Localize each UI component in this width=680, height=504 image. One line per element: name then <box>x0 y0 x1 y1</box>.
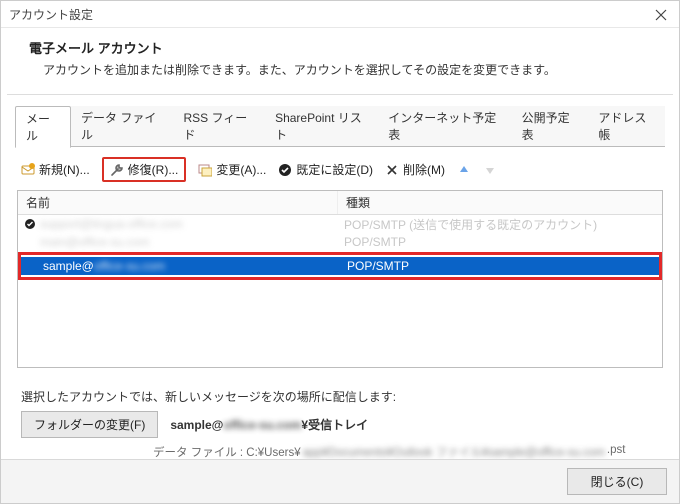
tab-sharepoint[interactable]: SharePoint リスト <box>265 106 378 147</box>
tab-bar: メール データ ファイル RSS フィード SharePoint リスト インタ… <box>11 105 669 147</box>
delete-button[interactable]: 削除(M) <box>385 161 445 178</box>
close-button[interactable]: 閉じる(C) <box>567 468 667 495</box>
tab-internet-cal[interactable]: インターネット予定表 <box>378 106 511 147</box>
tab-mail[interactable]: メール <box>15 106 71 148</box>
list-item[interactable]: support@lingua-office.com POP/SMTP (送信で使… <box>18 215 662 233</box>
delivery-section: 選択したアカウントでは、新しいメッセージを次の場所に配信します: フォルダーの変… <box>11 380 669 466</box>
tab-rss[interactable]: RSS フィード <box>174 106 266 147</box>
column-name[interactable]: 名前 <box>18 191 338 214</box>
change-button[interactable]: 変更(A)... <box>198 161 266 178</box>
default-label: 既定に設定(D) <box>296 161 373 178</box>
divider <box>7 94 673 95</box>
delete-icon <box>385 163 399 177</box>
wrench-icon <box>110 163 124 177</box>
list-item[interactable]: main@office-su.com POP/SMTP <box>18 233 662 251</box>
repair-label: 修復(R)... <box>128 161 179 178</box>
tab-public-cal[interactable]: 公開予定表 <box>512 106 589 147</box>
delivery-intro: 選択したアカウントでは、新しいメッセージを次の場所に配信します: <box>21 388 659 405</box>
titlebar: アカウント設定 <box>1 1 679 28</box>
repair-button[interactable]: 修復(R)... <box>102 157 187 182</box>
account-name: support@lingua-office.com <box>40 217 183 231</box>
account-type: POP/SMTP <box>341 259 659 273</box>
list-body: support@lingua-office.com POP/SMTP (送信で使… <box>18 215 662 367</box>
check-icon <box>278 163 292 177</box>
move-up-icon[interactable] <box>457 163 471 177</box>
change-label: 変更(A)... <box>216 161 266 178</box>
toolbar: 新規(N)... 修復(R)... 変更(A)... 既定に設定(D) 削除(M <box>11 153 669 190</box>
account-type: POP/SMTP <box>338 235 662 249</box>
default-badge-icon <box>24 218 36 230</box>
datafile-path: データ ファイル : C:¥Users¥app¥Documents¥Outloo… <box>21 438 659 460</box>
window-title: アカウント設定 <box>9 6 93 23</box>
list-header: 名前 種類 <box>18 191 662 215</box>
account-name: sample@sample@office-su.comoffice-su.com <box>27 259 165 273</box>
account-type: POP/SMTP (送信で使用する既定のアカウント) <box>338 216 662 233</box>
new-button[interactable]: 新規(N)... <box>21 161 90 178</box>
delivery-location: sample@office-su.com¥受信トレイ <box>170 416 368 433</box>
set-default-button[interactable]: 既定に設定(D) <box>278 161 373 178</box>
change-folder-button[interactable]: フォルダーの変更(F) <box>21 411 158 438</box>
tab-datafiles[interactable]: データ ファイル <box>71 106 173 147</box>
tab-addressbook[interactable]: アドレス帳 <box>588 106 665 147</box>
dialog-footer: 閉じる(C) <box>1 459 679 503</box>
header-title: 電子メール アカウント <box>29 38 659 57</box>
close-icon[interactable] <box>653 7 669 23</box>
move-down-icon[interactable] <box>483 163 497 177</box>
new-icon <box>21 163 35 177</box>
header-description: アカウントを追加または削除できます。また、アカウントを選択してその設定を変更でき… <box>29 61 659 78</box>
list-item-selected[interactable]: sample@sample@office-su.comoffice-su.com… <box>21 257 659 275</box>
change-icon <box>198 163 212 177</box>
new-label: 新規(N)... <box>39 161 90 178</box>
dialog-header: 電子メール アカウント アカウントを追加または削除できます。また、アカウントを選… <box>1 28 679 94</box>
column-type[interactable]: 種類 <box>338 191 662 214</box>
account-name: main@office-su.com <box>24 235 149 249</box>
highlight-box: sample@sample@office-su.comoffice-su.com… <box>18 252 662 280</box>
account-list: 名前 種類 support@lingua-office.com POP/SMTP… <box>17 190 663 368</box>
delete-label: 削除(M) <box>403 161 445 178</box>
